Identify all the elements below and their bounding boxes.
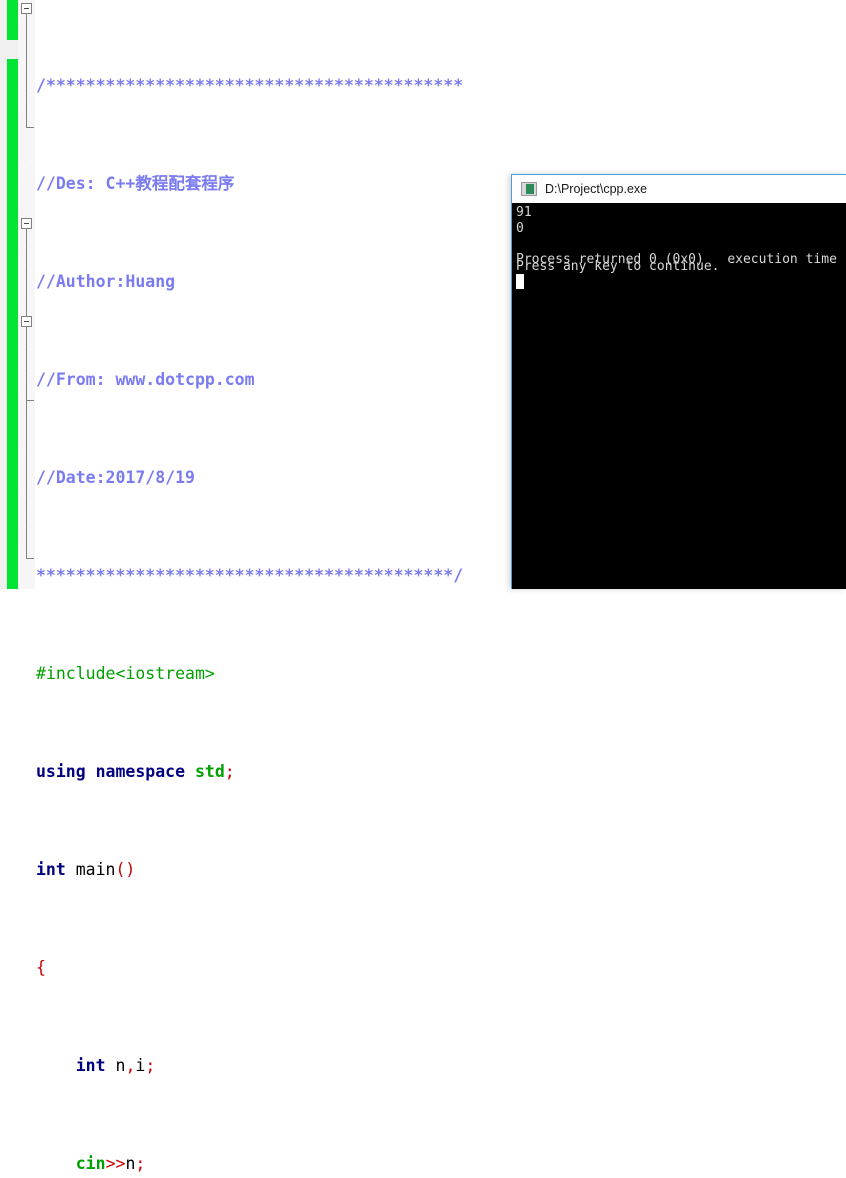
comment-description: //Des: C++教程配套程序	[36, 173, 235, 193]
id-std: std	[194, 761, 225, 781]
code-line-11: int n,i;	[36, 1054, 846, 1079]
change-marker-gap	[7, 40, 18, 59]
console-titlebar[interactable]: D:\Project\cpp.exe	[512, 175, 846, 203]
decl-vars: n,i;	[115, 1055, 156, 1075]
semicolon-8: ;	[224, 761, 235, 781]
indent-11	[36, 1056, 76, 1075]
fold-end-tick-comment	[26, 127, 34, 128]
id-cin: cin	[75, 1153, 106, 1173]
code-line-1: /***************************************…	[36, 74, 846, 99]
kw-int-main: int	[36, 859, 66, 879]
brace-open-main: {	[36, 957, 46, 977]
kw-using-namespace: using namespace	[36, 761, 186, 781]
preprocessor-include: #include<iostream>	[36, 663, 215, 683]
fold-toggle-for-body[interactable]	[21, 316, 32, 327]
space-1	[185, 762, 195, 781]
comment-date: //Date:2017/8/19	[36, 467, 195, 487]
fold-toggle-main-body[interactable]	[21, 218, 32, 229]
fold-end-tick-main	[26, 558, 34, 559]
console-output-text: 91 0 Process returned 0 (0x0) execution …	[516, 205, 846, 267]
comment-from: //From: www.dotcpp.com	[36, 369, 255, 389]
space-2	[66, 860, 76, 879]
comment-banner-bottom: ****************************************…	[36, 565, 464, 585]
comment-author: //Author:Huang	[36, 271, 176, 291]
indent-12	[36, 1154, 76, 1173]
editor-left-pad	[0, 0, 7, 589]
change-marker-bar	[7, 0, 18, 589]
fold-end-tick-for	[26, 400, 34, 401]
console-output-area[interactable]: 91 0 Process returned 0 (0x0) execution …	[512, 203, 846, 589]
space-3	[106, 1056, 116, 1075]
console-cursor	[516, 274, 524, 289]
comment-banner-top: /***************************************…	[36, 75, 464, 95]
kw-int-decl: int	[75, 1055, 106, 1075]
parens-main: ()	[115, 859, 136, 879]
code-line-10: {	[36, 956, 846, 981]
semicolon-12: ;	[135, 1153, 146, 1173]
code-line-8: using namespace std;	[36, 760, 846, 785]
code-line-9: int main()	[36, 858, 846, 883]
console-title: D:\Project\cpp.exe	[545, 182, 648, 196]
id-n-cin: n	[125, 1153, 136, 1173]
op-shift-in: >>	[105, 1153, 126, 1173]
console-app-icon	[521, 182, 537, 196]
fold-connector-for	[26, 327, 27, 400]
console-prompt-text: Press any key to continue.	[516, 259, 720, 274]
fold-toggle-comment-block[interactable]	[21, 3, 32, 14]
console-window[interactable]: D:\Project\cpp.exe 91 0 Process returned…	[511, 174, 846, 589]
code-line-12: cin>>n;	[36, 1152, 846, 1177]
fold-connector-comment	[26, 14, 27, 127]
code-line-7: #include<iostream>	[36, 662, 846, 687]
id-main: main	[75, 859, 116, 879]
